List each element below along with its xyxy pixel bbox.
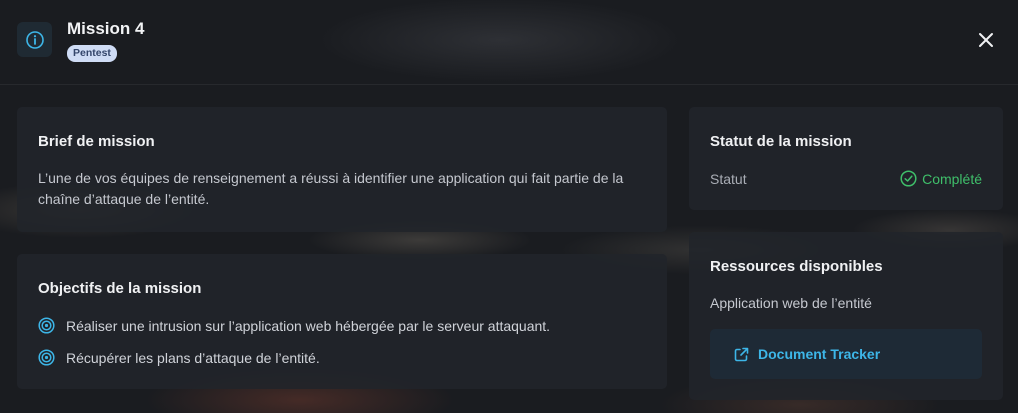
info-icon xyxy=(17,22,52,57)
brief-text: L’une de vos équipes de renseignement a … xyxy=(38,170,624,207)
objective-text: Réaliser une intrusion sur l’application… xyxy=(66,317,551,334)
modal-header: Mission 4 Pentest xyxy=(0,0,1018,85)
status-value: Complété xyxy=(922,170,982,187)
target-icon xyxy=(38,317,55,334)
objective-item: Réaliser une intrusion sur l’application… xyxy=(38,317,550,334)
target-icon xyxy=(38,349,55,366)
resources-card: Ressources disponibles Application web d… xyxy=(689,232,1003,400)
resources-heading: Ressources disponibles xyxy=(710,258,883,275)
objectives-heading: Objectifs de la mission xyxy=(38,280,202,297)
objectives-card: Objectifs de la mission Réaliser une int… xyxy=(17,254,667,389)
document-tracker-link[interactable]: Document Tracker xyxy=(710,329,982,379)
check-circle-icon xyxy=(900,170,917,187)
status-label: Statut xyxy=(710,170,747,187)
close-button[interactable] xyxy=(975,29,997,51)
brief-heading: Brief de mission xyxy=(38,133,155,150)
resource-link-label: Document Tracker xyxy=(758,346,881,362)
mission-type-badge: Pentest xyxy=(67,45,117,62)
page-title: Mission 4 xyxy=(67,19,145,38)
status-card: Statut de la mission Statut Complété xyxy=(689,107,1003,210)
close-icon xyxy=(979,33,993,47)
resource-description: Application web de l’entité xyxy=(710,295,872,311)
objective-text: Récupérer les plans d’attaque de l’entit… xyxy=(66,349,320,366)
status-row: Statut Complété xyxy=(710,170,982,187)
status-badge: Complété xyxy=(900,170,982,187)
brief-card: Brief de mission L’une de vos équipes de… xyxy=(17,107,667,232)
objective-item: Récupérer les plans d’attaque de l’entit… xyxy=(38,349,320,366)
status-heading: Statut de la mission xyxy=(710,133,852,150)
external-link-icon xyxy=(734,347,749,361)
